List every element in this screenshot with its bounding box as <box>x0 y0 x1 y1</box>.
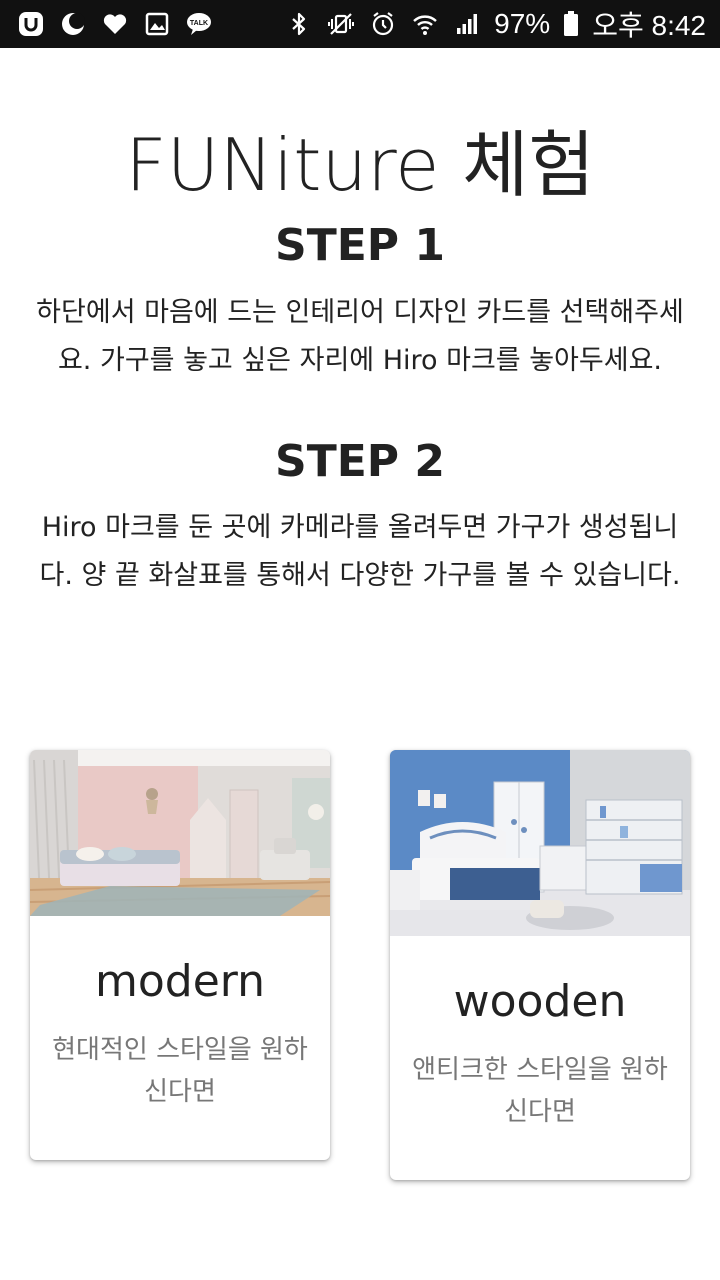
kakaotalk-icon: TALK <box>184 9 214 39</box>
card-modern[interactable]: modern 현대적인 스타일을 원하신다면 <box>30 750 330 1160</box>
step2-description: Hiro 마크를 둔 곳에 카메라를 올려두면 가구가 생성됩니다. 양 끝 화… <box>39 512 681 591</box>
step1-heading: STEP 1 <box>275 220 445 271</box>
card-wooden[interactable]: wooden 앤티크한 스타일을 원하신다면 <box>390 750 690 1180</box>
gallery-icon <box>142 9 172 39</box>
heart-icon <box>100 9 130 39</box>
battery-percentage: 97% <box>494 8 551 39</box>
step2-heading: STEP 2 <box>275 436 445 487</box>
status-bar-left: TALK <box>16 9 214 39</box>
card-description: 현대적인 스타일을 원하신다면 <box>52 1035 308 1107</box>
wooden-bedroom-image <box>390 750 690 936</box>
kakaotalk-label: TALK <box>190 20 208 27</box>
u-plus-icon <box>16 9 46 39</box>
bluetooth-icon <box>284 9 314 39</box>
signal-icon <box>452 9 482 39</box>
card-title: wooden <box>453 976 627 1027</box>
moon-icon <box>58 9 88 39</box>
card-description: 앤티크한 스타일을 원하신다면 <box>412 1055 668 1127</box>
alarm-icon <box>368 9 398 39</box>
page-title: FUNiture 체험 <box>125 123 595 207</box>
wifi-icon <box>410 9 440 39</box>
status-bar: TALK 97% 오후 8:42 <box>0 0 720 48</box>
battery-icon <box>562 9 580 39</box>
card-title: modern <box>95 956 265 1007</box>
status-time: 오후 8:42 <box>592 10 706 41</box>
modern-bedroom-image <box>30 750 330 916</box>
status-bar-right: 97% 오후 8:42 <box>284 4 706 44</box>
step1-description: 하단에서 마음에 드는 인테리어 디자인 카드를 선택해주세요. 가구를 놓고 … <box>36 297 684 376</box>
vibrate-icon <box>326 9 356 39</box>
